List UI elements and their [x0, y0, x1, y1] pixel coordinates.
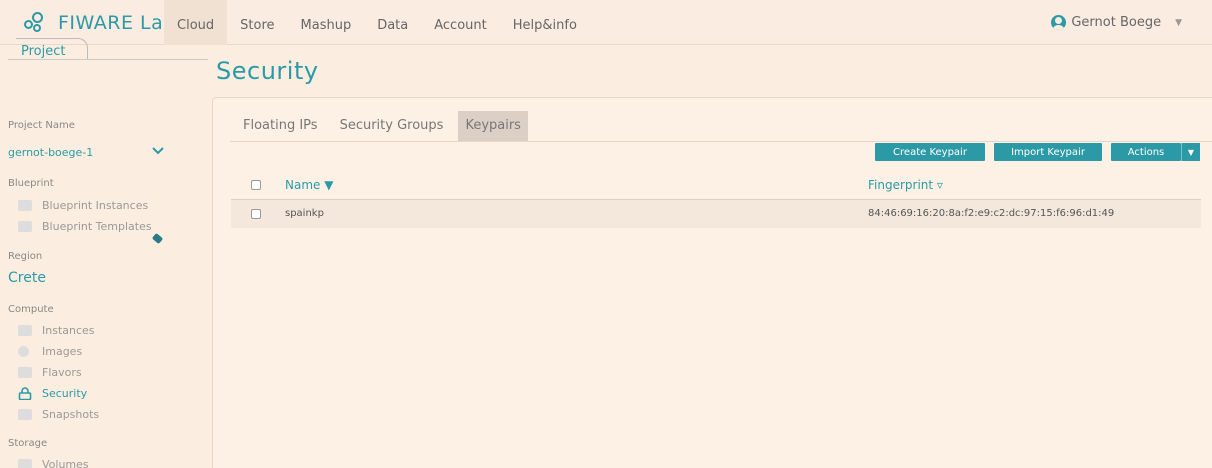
sidebar-item-label: Blueprint Templates: [42, 220, 152, 233]
select-all-checkbox[interactable]: [251, 180, 261, 190]
sidebar-item-volumes[interactable]: Volumes: [18, 458, 89, 468]
logo-text: FIWARE Lab: [58, 12, 176, 34]
tab-security-groups[interactable]: Security Groups: [333, 111, 451, 142]
main-nav: Cloud Store Mashup Data Account Help&inf…: [164, 0, 590, 45]
security-tabs: Floating IPs Security Groups Keypairs: [236, 111, 536, 142]
user-avatar-icon: [1051, 15, 1067, 30]
table-header: Name ▼ Fingerprint ▿: [231, 170, 1201, 200]
sidebar-item-instances[interactable]: Instances: [18, 324, 95, 337]
instances-icon: [18, 325, 32, 336]
actions-dropdown-toggle[interactable]: ▼: [1181, 143, 1200, 161]
sidebar-item-blueprint-instances[interactable]: Blueprint Instances: [18, 199, 148, 212]
volumes-icon: [18, 459, 32, 468]
actions-button[interactable]: Actions: [1111, 143, 1181, 161]
column-header-name[interactable]: Name ▼: [285, 178, 333, 192]
lock-icon: [18, 387, 32, 400]
sidebar-item-images[interactable]: Images: [18, 345, 82, 358]
tab-divider: [230, 141, 1212, 142]
blueprint-section-label: Blueprint: [8, 178, 54, 189]
images-icon: [18, 346, 29, 357]
page-title: Security: [216, 57, 319, 85]
sidebar-item-label: Snapshots: [42, 408, 100, 421]
sidebar-item-label: Security: [42, 387, 88, 400]
nav-cloud[interactable]: Cloud: [164, 0, 228, 45]
nav-store[interactable]: Store: [227, 0, 287, 45]
row-checkbox[interactable]: [251, 209, 261, 219]
fiware-lab-logo[interactable]: FIWARE Lab: [24, 12, 176, 34]
table-row[interactable]: spainkp 84:46:69:16:20:8a:f2:e9:c2:dc:97…: [231, 200, 1201, 228]
sidebar-item-label: Flavors: [42, 366, 82, 379]
storage-section-label: Storage: [8, 438, 48, 449]
user-menu[interactable]: Gernot Boege ▼: [1051, 15, 1182, 30]
nav-help-info[interactable]: Help&info: [500, 0, 590, 45]
region-section-label: Region: [8, 251, 43, 262]
snapshots-icon: [18, 409, 32, 420]
chevron-down-icon: ▼: [1187, 147, 1195, 157]
chevron-down-icon: ▼: [1175, 17, 1182, 28]
sidebar-divider: [8, 59, 208, 60]
sidebar-item-label: Instances: [42, 324, 95, 337]
sidebar-item-snapshots[interactable]: Snapshots: [18, 408, 99, 421]
sidebar-tab-project[interactable]: Project: [16, 38, 88, 60]
fiware-logo-icon: [24, 12, 54, 34]
sidebar-item-flavors[interactable]: Flavors: [18, 366, 82, 379]
compute-section-label: Compute: [8, 304, 54, 315]
column-header-fingerprint[interactable]: Fingerprint ▿: [868, 178, 943, 192]
tab-floating-ips[interactable]: Floating IPs: [236, 111, 325, 142]
nav-mashup[interactable]: Mashup: [288, 0, 365, 45]
region-select[interactable]: Crete: [8, 270, 46, 286]
flavors-icon: [18, 367, 32, 378]
user-name: Gernot Boege: [1071, 15, 1162, 30]
sidebar-item-blueprint-templates[interactable]: Blueprint Templates: [18, 220, 152, 233]
sidebar-item-label: Images: [42, 345, 83, 358]
keypair-fingerprint: 84:46:69:16:20:8a:f2:e9:c2:dc:97:15:f6:9…: [868, 208, 1115, 219]
sidebar-item-label: Volumes: [42, 458, 89, 468]
blueprint-templates-icon: [18, 221, 32, 232]
keypair-name: spainkp: [285, 208, 324, 219]
nav-account[interactable]: Account: [421, 0, 500, 45]
chevron-down-icon[interactable]: [151, 146, 165, 156]
tab-keypairs[interactable]: Keypairs: [458, 111, 528, 142]
nav-data[interactable]: Data: [364, 0, 421, 45]
project-name-label: Project Name: [8, 120, 75, 131]
keypairs-table: Name ▼ Fingerprint ▿ spainkp 84:46:69:16…: [231, 170, 1201, 228]
sidebar-item-security[interactable]: Security: [18, 387, 87, 400]
top-navbar: FIWARE Lab Cloud Store Mashup Data Accou…: [0, 0, 1212, 45]
create-keypair-button[interactable]: Create Keypair: [875, 143, 985, 161]
project-select[interactable]: gernot-boege-1: [8, 146, 93, 159]
blueprint-instances-icon: [18, 200, 32, 211]
import-keypair-button[interactable]: Import Keypair: [994, 143, 1102, 161]
sidebar-item-label: Blueprint Instances: [42, 199, 149, 212]
